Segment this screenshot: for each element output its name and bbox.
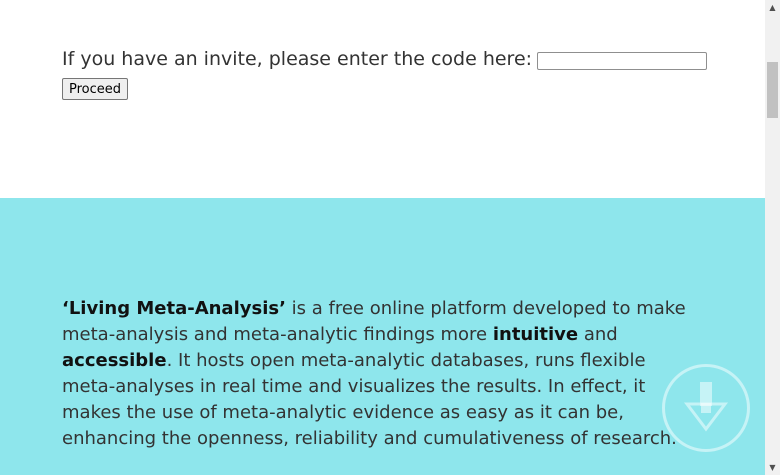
page-viewport: If you have an invite, please enter the …	[0, 0, 765, 475]
invite-section: If you have an invite, please enter the …	[0, 0, 765, 198]
invite-row: If you have an invite, please enter the …	[62, 48, 708, 70]
scroll-down-arrow-icon[interactable]: ▼	[765, 460, 780, 475]
scrollbar-thumb[interactable]	[767, 62, 778, 118]
about-lead: ‘Living Meta-Analysis’	[62, 298, 286, 319]
invite-prompt: If you have an invite, please enter the …	[62, 48, 533, 70]
arrow-down-circle-icon[interactable]	[662, 364, 750, 452]
about-strong-intuitive: intuitive	[492, 324, 579, 345]
invite-code-input[interactable]	[537, 52, 708, 70]
about-section: ‘Living Meta-Analysis’ is a free online …	[0, 198, 765, 475]
about-paragraph: ‘Living Meta-Analysis’ is a free online …	[62, 296, 702, 452]
proceed-button[interactable]: Proceed	[62, 78, 129, 100]
about-strong-accessible: accessible	[62, 350, 167, 371]
scroll-up-arrow-icon[interactable]: ▲	[765, 0, 780, 15]
about-text-2: and	[578, 324, 618, 345]
vertical-scrollbar[interactable]: ▲ ▼	[765, 0, 780, 475]
